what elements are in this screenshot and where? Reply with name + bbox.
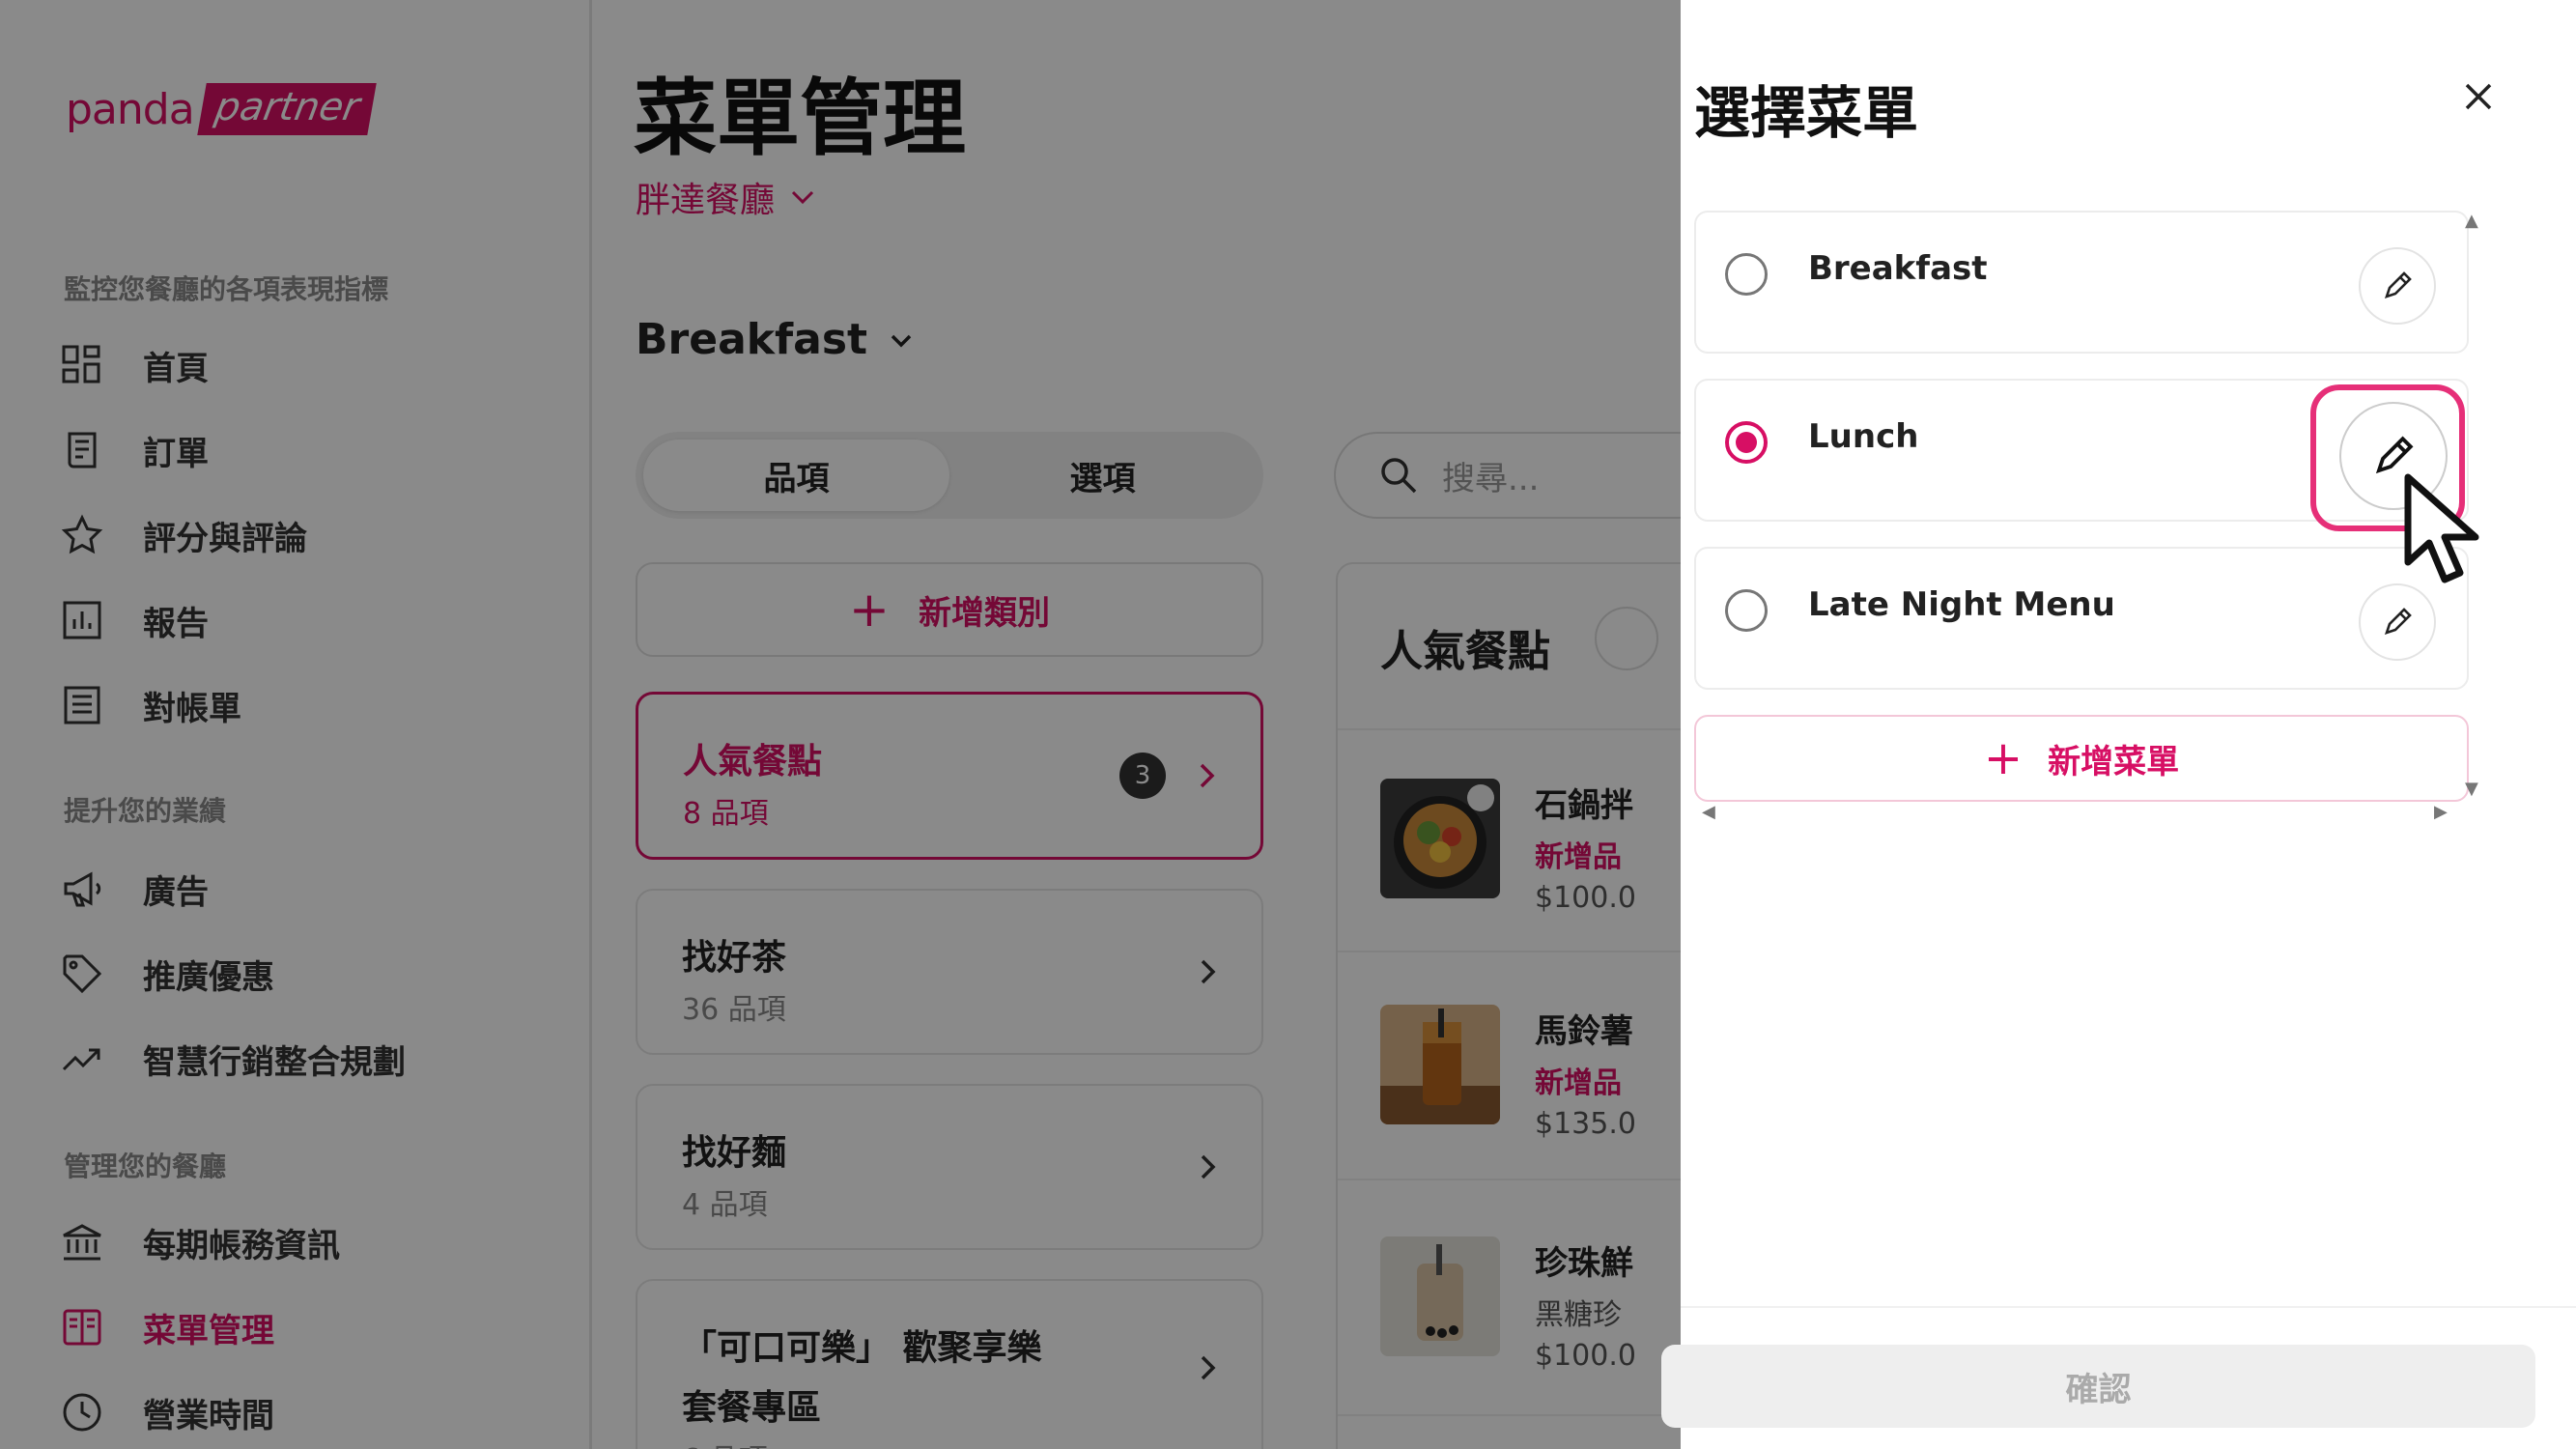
radio-button[interactable] bbox=[1725, 253, 1768, 296]
menu-option-label: Breakfast bbox=[1808, 249, 1988, 288]
scroll-right-arrow[interactable]: ▶ bbox=[2434, 802, 2448, 822]
scroll-left-arrow[interactable]: ◀ bbox=[1702, 802, 1715, 822]
pencil-icon bbox=[2384, 271, 2412, 299]
pencil-icon bbox=[2384, 608, 2412, 636]
menu-option-late-night[interactable]: Late Night Menu bbox=[1694, 547, 2469, 690]
edit-menu-button[interactable] bbox=[2359, 583, 2436, 661]
menu-option-label: Lunch bbox=[1808, 417, 1919, 456]
modal-backdrop[interactable] bbox=[0, 0, 1681, 1449]
select-menu-drawer: 選擇菜單 Breakfast Lunch Late Night Menu + 新… bbox=[1661, 0, 2576, 1449]
drawer-title: 選擇菜單 bbox=[1694, 80, 1919, 146]
radio-button[interactable] bbox=[1725, 589, 1768, 632]
mouse-pointer-icon bbox=[2404, 473, 2479, 583]
close-icon[interactable] bbox=[2455, 73, 2502, 120]
menu-option-breakfast[interactable]: Breakfast bbox=[1694, 211, 2469, 354]
menu-option-label: Late Night Menu bbox=[1808, 585, 2115, 624]
scroll-down-arrow[interactable]: ▼ bbox=[2465, 779, 2478, 799]
add-menu-label: 新增菜單 bbox=[2048, 742, 2180, 781]
menu-option-lunch[interactable]: Lunch bbox=[1694, 379, 2469, 531]
scroll-up-arrow[interactable]: ▲ bbox=[2465, 211, 2478, 231]
radio-button-selected[interactable] bbox=[1725, 421, 1768, 464]
confirm-button[interactable]: 確認 bbox=[1661, 1345, 2535, 1428]
add-menu-button[interactable]: + 新增菜單 bbox=[1694, 715, 2469, 802]
edit-menu-button[interactable] bbox=[2359, 247, 2436, 325]
plus-icon: + bbox=[1983, 731, 2024, 785]
